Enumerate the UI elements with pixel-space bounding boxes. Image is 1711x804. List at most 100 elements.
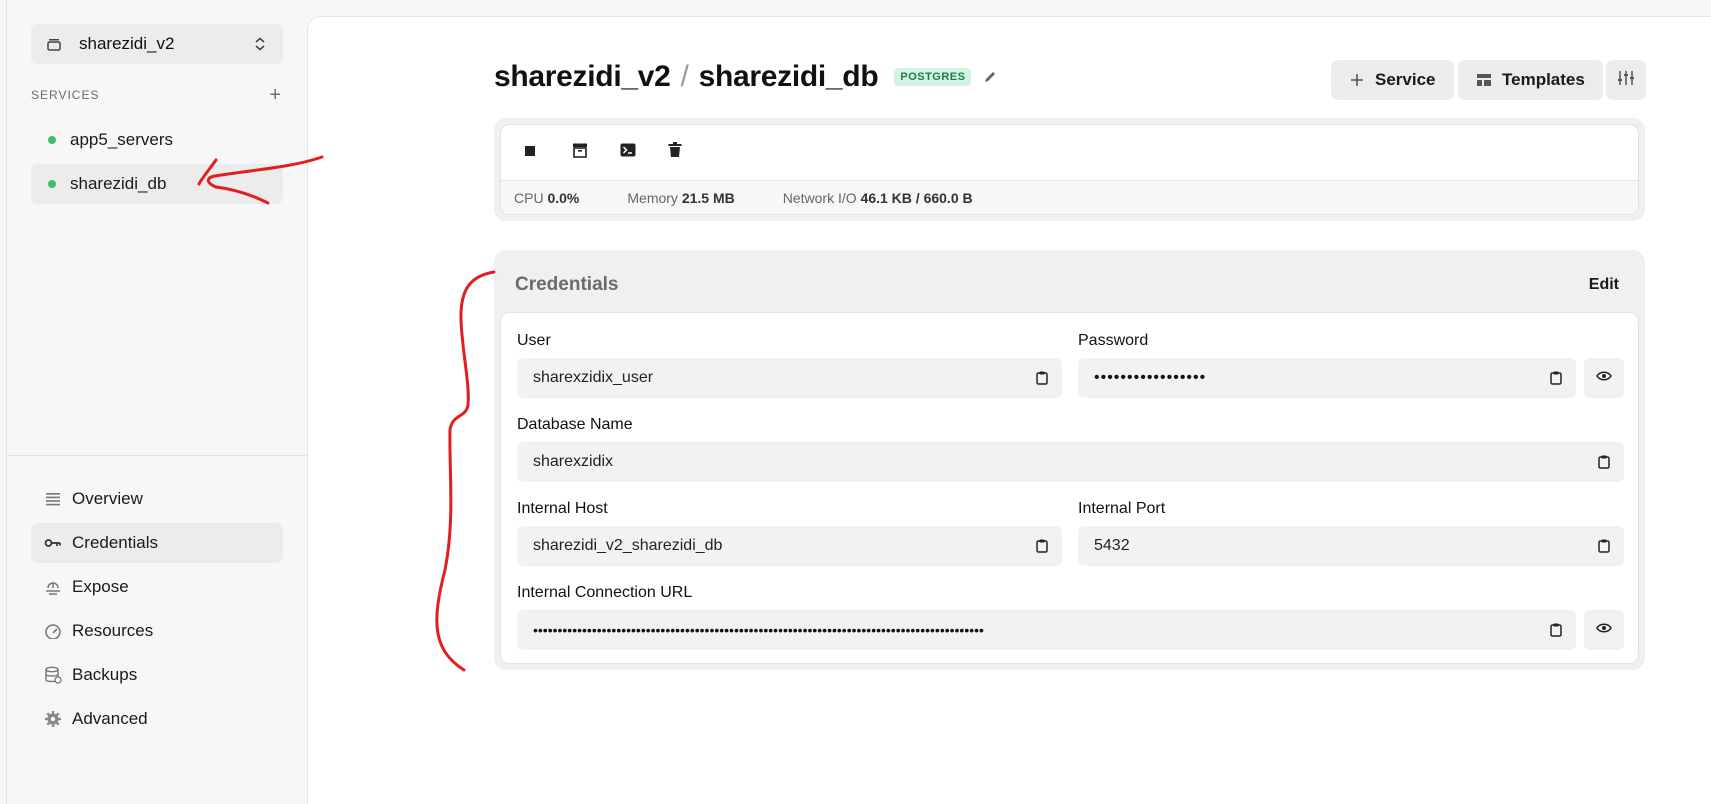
sidebar-divider (7, 455, 307, 456)
list-icon (44, 490, 62, 508)
nav-overview[interactable]: Overview (31, 479, 283, 519)
status-dot (48, 136, 56, 144)
url-value: ••••••••••••••••••••••••••••••••••••••••… (533, 622, 984, 638)
host-field[interactable]: sharezidi_v2_sharezidi_db (517, 526, 1062, 566)
service-button-label: Service (1375, 70, 1436, 89)
port-value: 5432 (1094, 537, 1130, 554)
nav-label: Backups (72, 665, 138, 684)
nav-label: Expose (72, 577, 129, 596)
gear-icon (44, 710, 62, 728)
service-name: sharezidi_db (70, 174, 167, 193)
user-value: sharexzidix_user (533, 369, 654, 386)
cpu-value: 0.0% (547, 190, 580, 206)
trash-icon (668, 142, 682, 163)
template-icon (1476, 73, 1492, 87)
nav-backups[interactable]: Backups (31, 655, 283, 695)
key-icon (44, 534, 62, 552)
memory-label: Memory (627, 190, 678, 206)
globe-icon (44, 578, 62, 596)
user-label: User (517, 332, 551, 349)
database-icon (44, 666, 62, 684)
sidebar-service-app5-servers[interactable]: app5_servers (31, 120, 283, 160)
chevron-updown-icon (253, 36, 267, 52)
metrics-bar: CPU 0.0% Memory 21.5 MB Network I/O 46.1… (501, 181, 1638, 214)
host-label: Internal Host (517, 500, 608, 517)
terminal-icon (620, 143, 636, 162)
service-name: app5_servers (70, 130, 174, 149)
network-value: 46.1 KB / 660.0 B (860, 190, 973, 206)
password-label: Password (1078, 332, 1149, 349)
password-field[interactable]: ••••••••••••••••• (1078, 358, 1576, 398)
copy-icon[interactable] (1584, 526, 1624, 566)
terminal-button[interactable] (620, 133, 668, 173)
credentials-card: Credentials Edit User sharexzidix_user P… (494, 250, 1645, 670)
services-header: SERVICES + (31, 85, 283, 105)
port-label: Internal Port (1078, 500, 1166, 517)
stats-inner: CPU 0.0% Memory 21.5 MB Network I/O 46.1… (500, 124, 1639, 215)
copy-icon[interactable] (1022, 526, 1062, 566)
eye-icon (1596, 369, 1612, 387)
service-stats-card: CPU 0.0% Memory 21.5 MB Network I/O 46.1… (494, 118, 1645, 221)
database-label: Database Name (517, 416, 633, 433)
add-service-icon[interactable]: + (269, 85, 283, 105)
copy-icon[interactable] (1536, 358, 1576, 398)
title-service: sharezidi_db (698, 60, 879, 93)
nav-label: Overview (72, 489, 143, 508)
nav-credentials[interactable]: Credentials (31, 523, 283, 563)
memory-value: 21.5 MB (681, 190, 735, 206)
reveal-password-button[interactable] (1584, 358, 1624, 398)
credentials-body: User sharexzidix_user Password •••••••••… (500, 312, 1639, 664)
edit-credentials-button[interactable]: Edit (1589, 276, 1619, 294)
url-field[interactable]: ••••••••••••••••••••••••••••••••••••••••… (517, 610, 1576, 650)
project-name: sharezidi_v2 (79, 34, 175, 53)
nav-label: Advanced (72, 709, 148, 728)
eye-icon (1596, 621, 1612, 639)
credentials-title: Credentials (515, 274, 619, 295)
copy-icon[interactable] (1536, 610, 1576, 650)
password-value: ••••••••••••••••• (1094, 369, 1207, 386)
database-value: sharexzidix (533, 453, 614, 470)
add-service-button[interactable]: Service (1331, 60, 1454, 100)
pencil-icon[interactable] (983, 70, 997, 84)
services-heading: SERVICES (31, 88, 100, 102)
nav-resources[interactable]: Resources (31, 611, 283, 651)
nav-label: Resources (72, 621, 154, 640)
user-field[interactable]: sharexzidix_user (517, 358, 1062, 398)
sidebar-service-sharezidi-db[interactable]: sharezidi_db (31, 164, 283, 204)
sliders-icon (1617, 70, 1635, 91)
page-title: sharezidi_v2 / sharezidi_db (494, 60, 879, 94)
nav-label: Credentials (72, 533, 158, 552)
host-value: sharezidi_v2_sharezidi_db (533, 537, 723, 554)
plus-icon (1349, 72, 1365, 88)
gauge-icon (44, 622, 62, 640)
stop-button[interactable] (524, 133, 572, 173)
archive-icon (572, 142, 588, 163)
page-title-row: sharezidi_v2 / sharezidi_db POSTGRES (494, 60, 997, 94)
database-field[interactable]: sharexzidix (517, 442, 1624, 482)
templates-button[interactable]: Templates (1458, 60, 1603, 100)
archive-button[interactable] (572, 133, 620, 173)
sidebar: sharezidi_v2 SERVICES + app5_servers sha… (0, 0, 307, 804)
service-type-badge: POSTGRES (894, 68, 972, 86)
templates-button-label: Templates (1502, 70, 1585, 89)
reveal-url-button[interactable] (1584, 610, 1624, 650)
copy-icon[interactable] (1022, 358, 1062, 398)
settings-button[interactable] (1606, 60, 1646, 100)
title-project[interactable]: sharezidi_v2 (494, 60, 671, 93)
port-field[interactable]: 5432 (1078, 526, 1624, 566)
memory-metric: Memory 21.5 MB (627, 190, 734, 206)
project-switcher[interactable]: sharezidi_v2 (31, 24, 283, 64)
status-dot (48, 180, 56, 188)
network-metric: Network I/O 46.1 KB / 660.0 B (783, 190, 973, 206)
sidebar-edge (6, 0, 7, 804)
stop-icon (524, 144, 536, 162)
credentials-header: Credentials Edit (500, 256, 1639, 314)
nav-advanced[interactable]: Advanced (31, 699, 283, 739)
delete-button[interactable] (668, 133, 716, 173)
service-actions (501, 125, 1638, 181)
cpu-label: CPU (514, 190, 544, 206)
copy-icon[interactable] (1584, 442, 1624, 482)
cpu-metric: CPU 0.0% (514, 190, 579, 206)
nav-expose[interactable]: Expose (31, 567, 283, 607)
title-separator: / (680, 60, 689, 93)
